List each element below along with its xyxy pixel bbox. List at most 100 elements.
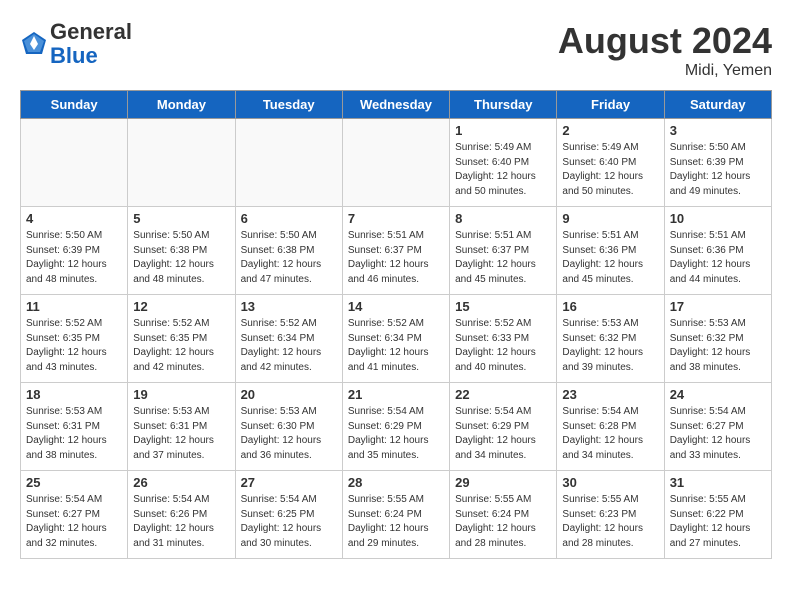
day-cell: 10 Sunrise: 5:51 AM Sunset: 6:36 PM Dayli… <box>664 207 771 295</box>
day-number: 19 <box>133 387 229 402</box>
day-detail: Sunrise: 5:55 AM Sunset: 6:24 PM Dayligh… <box>455 493 551 551</box>
logo-blue-text: Blue <box>50 43 98 68</box>
day-number: 2 <box>562 123 658 138</box>
day-cell: 14Sunrise: 5:52 AM Sunset: 6:34 PM Dayli… <box>342 295 449 383</box>
day-detail: Sunrise: 5:54 AM Sunset: 6:27 PM Dayligh… <box>26 493 122 551</box>
location: Midi, Yemen <box>558 62 772 80</box>
day-number: 27 <box>241 475 337 490</box>
day-number: 25 <box>26 475 122 490</box>
day-number: 7 <box>348 211 444 226</box>
day-detail: Sunrise: 5:51 AM Sunset: 6:37 PM Dayligh… <box>348 229 444 287</box>
day-detail: Sunrise: 5:53 AM Sunset: 6:30 PM Dayligh… <box>241 405 337 463</box>
day-cell: 20Sunrise: 5:53 AM Sunset: 6:30 PM Dayli… <box>235 383 342 471</box>
col-monday: Monday <box>128 91 235 119</box>
day-detail: Sunrise: 5:54 AM Sunset: 6:25 PM Dayligh… <box>241 493 337 551</box>
day-detail: Sunrise: 5:54 AM Sunset: 6:27 PM Dayligh… <box>670 405 766 463</box>
day-detail: Sunrise: 5:51 AM Sunset: 6:36 PM Dayligh… <box>562 229 658 287</box>
day-number: 22 <box>455 387 551 402</box>
day-cell: 13Sunrise: 5:52 AM Sunset: 6:34 PM Dayli… <box>235 295 342 383</box>
day-cell: 8 Sunrise: 5:51 AM Sunset: 6:37 PM Daylig… <box>450 207 557 295</box>
day-cell <box>235 119 342 207</box>
day-number: 24 <box>670 387 766 402</box>
calendar-header: Sunday Monday Tuesday Wednesday Thursday… <box>21 91 772 119</box>
day-number: 3 <box>670 123 766 138</box>
day-detail: Sunrise: 5:52 AM Sunset: 6:35 PM Dayligh… <box>133 317 229 375</box>
day-detail: Sunrise: 5:53 AM Sunset: 6:32 PM Dayligh… <box>670 317 766 375</box>
col-saturday: Saturday <box>664 91 771 119</box>
day-detail: Sunrise: 5:55 AM Sunset: 6:24 PM Dayligh… <box>348 493 444 551</box>
day-cell: 2Sunrise: 5:49 AM Sunset: 6:40 PM Daylig… <box>557 119 664 207</box>
logo-text: General Blue <box>50 20 132 68</box>
day-cell: 5Sunrise: 5:50 AM Sunset: 6:38 PM Daylig… <box>128 207 235 295</box>
day-cell: 7 Sunrise: 5:51 AM Sunset: 6:37 PM Daylig… <box>342 207 449 295</box>
col-wednesday: Wednesday <box>342 91 449 119</box>
header-row: Sunday Monday Tuesday Wednesday Thursday… <box>21 91 772 119</box>
day-number: 31 <box>670 475 766 490</box>
day-detail: Sunrise: 5:52 AM Sunset: 6:33 PM Dayligh… <box>455 317 551 375</box>
day-number: 8 <box>455 211 551 226</box>
day-detail: Sunrise: 5:54 AM Sunset: 6:29 PM Dayligh… <box>455 405 551 463</box>
week-row-5: 25 Sunrise: 5:54 AM Sunset: 6:27 PM Dayli… <box>21 471 772 559</box>
day-detail: Sunrise: 5:53 AM Sunset: 6:32 PM Dayligh… <box>562 317 658 375</box>
day-number: 28 <box>348 475 444 490</box>
day-detail: Sunrise: 5:50 AM Sunset: 6:39 PM Dayligh… <box>26 229 122 287</box>
day-cell <box>342 119 449 207</box>
day-number: 21 <box>348 387 444 402</box>
day-cell: 9 Sunrise: 5:51 AM Sunset: 6:36 PM Daylig… <box>557 207 664 295</box>
day-cell: 11Sunrise: 5:52 AM Sunset: 6:35 PM Dayli… <box>21 295 128 383</box>
day-cell: 31 Sunrise: 5:55 AM Sunset: 6:22 PM Dayli… <box>664 471 771 559</box>
page: General Blue August 2024 Midi, Yemen Sun… <box>0 0 792 569</box>
day-number: 13 <box>241 299 337 314</box>
day-cell: 1Sunrise: 5:49 AM Sunset: 6:40 PM Daylig… <box>450 119 557 207</box>
day-detail: Sunrise: 5:54 AM Sunset: 6:29 PM Dayligh… <box>348 405 444 463</box>
day-number: 15 <box>455 299 551 314</box>
day-number: 14 <box>348 299 444 314</box>
day-cell: 24 Sunrise: 5:54 AM Sunset: 6:27 PM Dayli… <box>664 383 771 471</box>
logo: General Blue <box>20 20 132 68</box>
day-detail: Sunrise: 5:52 AM Sunset: 6:35 PM Dayligh… <box>26 317 122 375</box>
day-detail: Sunrise: 5:50 AM Sunset: 6:38 PM Dayligh… <box>241 229 337 287</box>
day-detail: Sunrise: 5:51 AM Sunset: 6:36 PM Dayligh… <box>670 229 766 287</box>
day-number: 1 <box>455 123 551 138</box>
month-year: August 2024 <box>558 20 772 62</box>
day-detail: Sunrise: 5:54 AM Sunset: 6:28 PM Dayligh… <box>562 405 658 463</box>
day-number: 6 <box>241 211 337 226</box>
day-number: 5 <box>133 211 229 226</box>
day-cell: 28 Sunrise: 5:55 AM Sunset: 6:24 PM Dayli… <box>342 471 449 559</box>
day-number: 10 <box>670 211 766 226</box>
col-tuesday: Tuesday <box>235 91 342 119</box>
day-number: 23 <box>562 387 658 402</box>
day-detail: Sunrise: 5:54 AM Sunset: 6:26 PM Dayligh… <box>133 493 229 551</box>
day-cell: 21 Sunrise: 5:54 AM Sunset: 6:29 PM Dayli… <box>342 383 449 471</box>
title-block: August 2024 Midi, Yemen <box>558 20 772 80</box>
day-cell <box>128 119 235 207</box>
day-detail: Sunrise: 5:51 AM Sunset: 6:37 PM Dayligh… <box>455 229 551 287</box>
day-cell: 29 Sunrise: 5:55 AM Sunset: 6:24 PM Dayli… <box>450 471 557 559</box>
calendar-body: 1Sunrise: 5:49 AM Sunset: 6:40 PM Daylig… <box>21 119 772 559</box>
day-cell: 15 Sunrise: 5:52 AM Sunset: 6:33 PM Dayli… <box>450 295 557 383</box>
day-cell: 16Sunrise: 5:53 AM Sunset: 6:32 PM Dayli… <box>557 295 664 383</box>
day-number: 30 <box>562 475 658 490</box>
day-cell: 18Sunrise: 5:53 AM Sunset: 6:31 PM Dayli… <box>21 383 128 471</box>
day-cell: 17 Sunrise: 5:53 AM Sunset: 6:32 PM Dayli… <box>664 295 771 383</box>
week-row-4: 18Sunrise: 5:53 AM Sunset: 6:31 PM Dayli… <box>21 383 772 471</box>
week-row-2: 4 Sunrise: 5:50 AM Sunset: 6:39 PM Daylig… <box>21 207 772 295</box>
day-cell: 19Sunrise: 5:53 AM Sunset: 6:31 PM Dayli… <box>128 383 235 471</box>
day-cell: 22 Sunrise: 5:54 AM Sunset: 6:29 PM Dayli… <box>450 383 557 471</box>
day-cell: 3 Sunrise: 5:50 AM Sunset: 6:39 PM Daylig… <box>664 119 771 207</box>
day-number: 9 <box>562 211 658 226</box>
logo-general-text: General <box>50 19 132 44</box>
day-number: 4 <box>26 211 122 226</box>
day-number: 29 <box>455 475 551 490</box>
day-detail: Sunrise: 5:55 AM Sunset: 6:22 PM Dayligh… <box>670 493 766 551</box>
day-detail: Sunrise: 5:50 AM Sunset: 6:39 PM Dayligh… <box>670 141 766 199</box>
day-cell: 27 Sunrise: 5:54 AM Sunset: 6:25 PM Dayli… <box>235 471 342 559</box>
day-detail: Sunrise: 5:53 AM Sunset: 6:31 PM Dayligh… <box>26 405 122 463</box>
day-cell: 23 Sunrise: 5:54 AM Sunset: 6:28 PM Dayli… <box>557 383 664 471</box>
day-number: 17 <box>670 299 766 314</box>
day-number: 26 <box>133 475 229 490</box>
col-sunday: Sunday <box>21 91 128 119</box>
day-cell: 25 Sunrise: 5:54 AM Sunset: 6:27 PM Dayli… <box>21 471 128 559</box>
day-detail: Sunrise: 5:55 AM Sunset: 6:23 PM Dayligh… <box>562 493 658 551</box>
week-row-3: 11Sunrise: 5:52 AM Sunset: 6:35 PM Dayli… <box>21 295 772 383</box>
